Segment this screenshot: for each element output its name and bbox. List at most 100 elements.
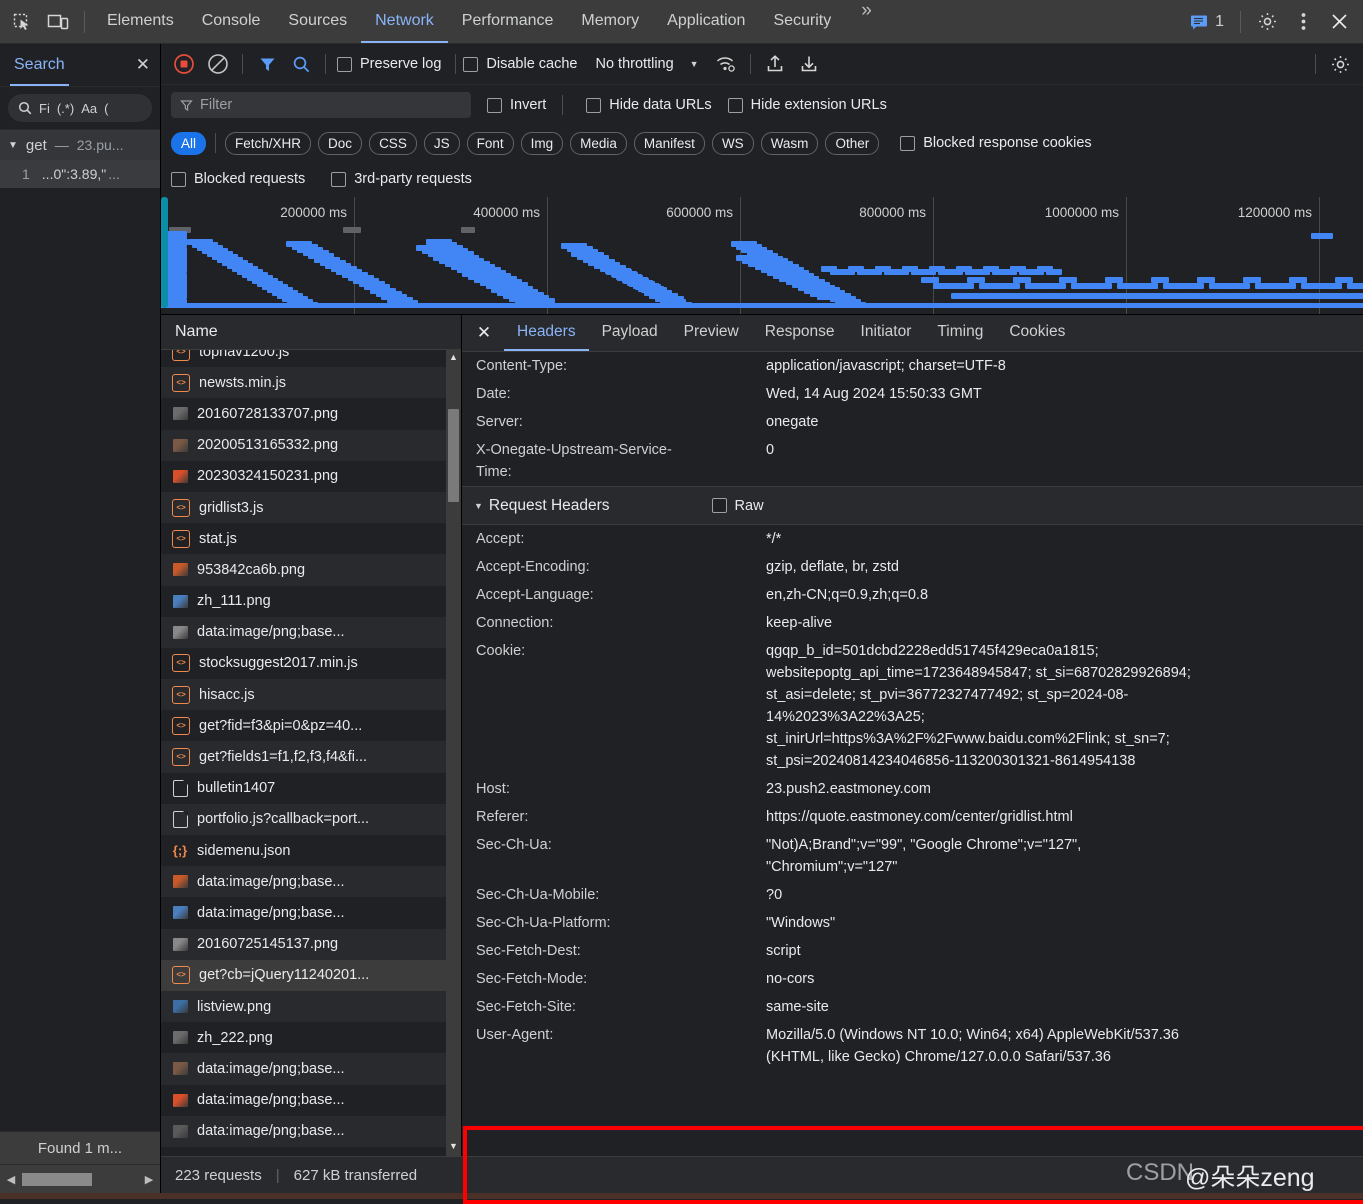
network-overview-timeline[interactable]: 200000 ms 400000 ms 600000 ms 800000 ms … — [161, 197, 1363, 315]
request-row[interactable]: listview.png — [161, 991, 461, 1022]
request-headers-section-header[interactable]: ▼ Request Headers Raw — [462, 486, 1363, 525]
raw-toggle-checkbox[interactable]: Raw — [712, 498, 764, 514]
request-row[interactable]: <>newsts.min.js — [161, 367, 461, 398]
blocked-response-cookies-checkbox[interactable]: Blocked response cookies — [900, 135, 1091, 151]
type-filter-js[interactable]: JS — [424, 132, 460, 155]
type-filter-ws[interactable]: WS — [712, 132, 754, 155]
scroll-down-icon[interactable]: ▼ — [446, 1138, 461, 1154]
type-filter-all[interactable]: All — [171, 132, 206, 155]
tab-response[interactable]: Response — [752, 315, 848, 351]
request-row[interactable]: data:image/png;base... — [161, 1116, 461, 1147]
import-har-icon[interactable] — [758, 49, 792, 79]
type-filter-doc[interactable]: Doc — [318, 132, 362, 155]
request-row[interactable]: data:image/png;base... — [161, 1085, 461, 1116]
type-filter-wasm[interactable]: Wasm — [761, 132, 819, 155]
tab-security[interactable]: Security — [759, 0, 845, 43]
tab-memory[interactable]: Memory — [567, 0, 653, 43]
filter-funnel-icon[interactable] — [250, 49, 284, 79]
tab-preview[interactable]: Preview — [671, 315, 752, 351]
type-filter-media[interactable]: Media — [570, 132, 627, 155]
gear-icon[interactable] — [1249, 2, 1285, 42]
kebab-menu-icon[interactable] — [1285, 2, 1321, 42]
request-row[interactable]: <>get?fields1=f1,f2,f3,f4&fi... — [161, 741, 461, 772]
tab-elements[interactable]: Elements — [93, 0, 188, 43]
tab-initiator[interactable]: Initiator — [848, 315, 925, 351]
invert-checkbox[interactable]: Invert — [487, 97, 546, 113]
type-filter-font[interactable]: Font — [467, 132, 514, 155]
preserve-log-checkbox[interactable]: Preserve log — [337, 56, 441, 72]
tab-performance[interactable]: Performance — [448, 0, 568, 43]
search-tab-title[interactable]: Search — [14, 56, 65, 74]
console-messages-badge[interactable]: 1 — [1182, 13, 1232, 31]
request-row[interactable]: <>get?cb=jQuery11240201... — [161, 960, 461, 991]
request-row[interactable]: <>get?fid=f3&pi=0&pz=40... — [161, 710, 461, 741]
more-tabs-icon[interactable]: » — [845, 0, 888, 43]
request-list-scrollbar[interactable]: ▲ ▼ — [446, 349, 461, 1156]
detail-close-icon[interactable]: ✕ — [464, 315, 504, 351]
clear-icon[interactable] — [201, 49, 235, 79]
filter-input[interactable]: Filter — [171, 92, 471, 118]
request-row[interactable]: data:image/png;base... — [161, 866, 461, 897]
scroll-right-icon[interactable]: ▶ — [138, 1173, 160, 1186]
type-filter-manifest[interactable]: Manifest — [634, 132, 705, 155]
tab-cookies[interactable]: Cookies — [996, 315, 1078, 351]
type-filter-img[interactable]: Img — [521, 132, 564, 155]
search-icon[interactable] — [284, 49, 318, 79]
search-close-icon[interactable]: ✕ — [136, 55, 150, 75]
scroll-left-icon[interactable]: ◀ — [0, 1173, 22, 1186]
tab-console[interactable]: Console — [188, 0, 275, 43]
tab-payload[interactable]: Payload — [589, 315, 671, 351]
tab-network[interactable]: Network — [361, 0, 448, 43]
close-icon[interactable] — [1321, 2, 1357, 42]
request-name-column-header[interactable]: Name — [161, 315, 461, 350]
type-filter-css[interactable]: CSS — [369, 132, 417, 155]
search-horizontal-scrollbar[interactable]: ◀ ▶ — [0, 1164, 160, 1193]
overview-selection-handle[interactable] — [161, 197, 168, 308]
device-toolbar-icon[interactable] — [40, 2, 76, 42]
request-row[interactable]: <>stat.js — [161, 523, 461, 554]
tab-sources[interactable]: Sources — [274, 0, 361, 43]
throttling-select[interactable]: No throttling — [589, 56, 679, 72]
throttling-caret-icon[interactable]: ▼ — [680, 59, 709, 69]
hide-data-urls-checkbox[interactable]: Hide data URLs — [586, 97, 711, 113]
search-result-group[interactable]: ▼ get — 23.pu... — [0, 129, 160, 160]
request-row[interactable]: 20200513165332.png — [161, 430, 461, 461]
search-result-item[interactable]: 1 ...0":3.89," ... — [0, 160, 160, 188]
hide-extension-urls-checkbox[interactable]: Hide extension URLs — [728, 97, 887, 113]
blocked-requests-checkbox[interactable]: Blocked requests — [171, 171, 305, 187]
disable-cache-checkbox[interactable]: Disable cache — [463, 56, 577, 72]
type-filter-other[interactable]: Other — [825, 132, 879, 155]
request-row[interactable]: {;}sidemenu.json — [161, 835, 461, 866]
tab-application[interactable]: Application — [653, 0, 759, 43]
request-row[interactable]: <>stocksuggest2017.min.js — [161, 648, 461, 679]
request-row[interactable]: <>hisacc.js — [161, 679, 461, 710]
search-input[interactable]: Fi (.*) Aa ( — [8, 94, 152, 122]
request-row[interactable]: <>gridlist3.js — [161, 492, 461, 523]
third-party-requests-checkbox[interactable]: 3rd-party requests — [331, 171, 472, 187]
waterfall-bar — [1002, 283, 1020, 289]
network-settings-gear-icon[interactable] — [1323, 49, 1357, 79]
inspect-element-icon[interactable] — [4, 2, 40, 42]
request-row[interactable]: data:image/png;base... — [161, 897, 461, 928]
network-conditions-icon[interactable] — [709, 49, 743, 79]
scrollbar-thumb[interactable] — [448, 409, 459, 502]
request-row[interactable]: data:image/png;base... — [161, 617, 461, 648]
request-row[interactable]: zh_222.png — [161, 1022, 461, 1053]
tab-timing[interactable]: Timing — [924, 315, 996, 351]
type-filter-fetch-xhr[interactable]: Fetch/XHR — [225, 132, 311, 155]
scrollbar-thumb[interactable] — [22, 1173, 92, 1186]
request-row[interactable]: data:image/png;base... — [161, 1053, 461, 1084]
scroll-up-icon[interactable]: ▲ — [446, 349, 461, 365]
tab-headers[interactable]: Headers — [504, 315, 589, 351]
request-row[interactable]: portfolio.js?callback=port... — [161, 804, 461, 835]
request-row[interactable]: bulletin1407 — [161, 773, 461, 804]
request-row[interactable]: 953842ca6b.png — [161, 554, 461, 585]
request-row[interactable]: 20160728133707.png — [161, 398, 461, 429]
record-stop-icon[interactable] — [167, 49, 201, 79]
request-row[interactable]: zh_111.png — [161, 586, 461, 617]
scrollbar-track[interactable] — [22, 1173, 138, 1186]
request-row[interactable]: <>topnav1200.js — [161, 350, 461, 367]
request-row[interactable]: 20160725145137.png — [161, 929, 461, 960]
export-har-icon[interactable] — [792, 49, 826, 79]
request-row[interactable]: 20230324150231.png — [161, 461, 461, 492]
